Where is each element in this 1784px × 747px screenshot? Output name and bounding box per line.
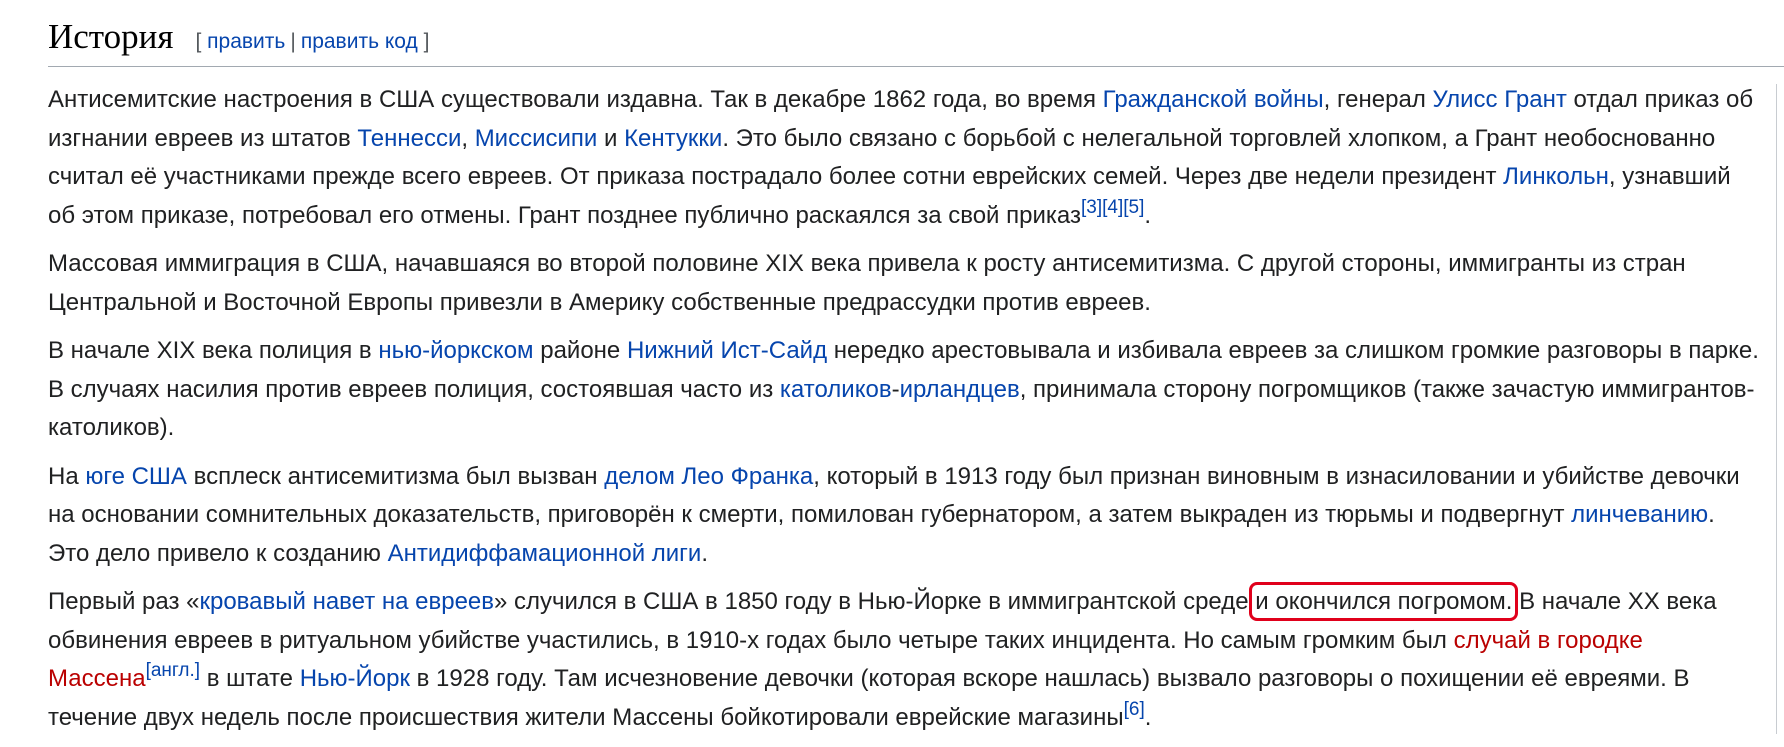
edit-source-link[interactable]: править код xyxy=(301,30,418,53)
link-irish[interactable]: ирландцев xyxy=(900,376,1020,403)
citation-3[interactable]: [3] xyxy=(1081,197,1102,218)
link-blood-libel[interactable]: кровавый навет на евреев xyxy=(199,588,494,615)
link-lincoln[interactable]: Линкольн xyxy=(1503,163,1609,190)
section-title: История xyxy=(48,17,174,56)
link-new-york-adj[interactable]: нью-йоркском xyxy=(378,337,533,364)
text-segment: Массовая иммиграция в США, начавшаяся во… xyxy=(48,250,1686,316)
edit-separator: | xyxy=(290,30,296,53)
text-segment: . xyxy=(701,539,709,567)
article-content: История [ править | править код ] Антисеми… xyxy=(48,16,1784,747)
citation-group: [3][4][5] xyxy=(1081,197,1144,218)
interlanguage-ref: [англ.] xyxy=(146,660,201,681)
edit-bracket-open: [ xyxy=(195,30,202,53)
scroll-rail[interactable] xyxy=(1776,84,1784,734)
text-segment: всплеск антисемитизма был вызван xyxy=(186,462,605,490)
text-segment: в штате xyxy=(200,665,300,692)
link-kentucky[interactable]: Кентукки xyxy=(624,125,722,152)
highlighted-phrase: и окончился погромом. xyxy=(1249,582,1519,621)
edit-bracket-close: ] xyxy=(423,30,430,53)
link-lynching[interactable]: линчеванию xyxy=(1571,501,1708,528)
paragraph-mass-immigration: Массовая иммиграция в США, начавшаяся во… xyxy=(48,245,1760,322)
paragraph-leo-frank: На юге США всплеск антисемитизма был выз… xyxy=(48,458,1760,574)
text-segment: В начале XIX века полиция в xyxy=(48,337,379,364)
link-civil-war[interactable]: Гражданской войны xyxy=(1103,86,1324,113)
text-segment: и xyxy=(597,124,625,152)
link-english-article[interactable]: [англ.] xyxy=(146,660,201,681)
text-segment: » случился в США в 1850 году в Нью-Йорке… xyxy=(494,588,1256,615)
paragraph-grant-order: Антисемитские настроения в США существов… xyxy=(48,81,1760,235)
link-catholics[interactable]: католиков xyxy=(780,376,892,403)
text-segment: Первый раз « xyxy=(48,588,200,615)
text-segment: , xyxy=(461,124,475,152)
link-mississippi[interactable]: Миссисипи xyxy=(475,125,598,152)
text-segment: - xyxy=(891,375,900,403)
text-segment: районе xyxy=(533,337,627,364)
link-tennessee[interactable]: Теннесси xyxy=(357,125,461,152)
text-segment: , генерал xyxy=(1323,86,1433,113)
link-southern-us[interactable]: юге США xyxy=(85,463,187,490)
citation-5[interactable]: [5] xyxy=(1123,197,1144,218)
text-segment: . xyxy=(1144,201,1152,229)
section-heading: История [ править | править код ] xyxy=(48,16,1784,67)
section-edit-links: [ править | править код ] xyxy=(195,30,429,54)
citation-6[interactable]: [6] xyxy=(1124,699,1145,720)
link-anti-defamation-league[interactable]: Антидиффамационной лиги xyxy=(388,540,702,567)
link-ulysses-grant[interactable]: Улисс Грант xyxy=(1433,86,1567,113)
text-segment: Антисемитские настроения в США существов… xyxy=(48,86,1103,113)
citation-4[interactable]: [4] xyxy=(1102,197,1123,218)
link-lower-east-side[interactable]: Нижний Ист-Сайд xyxy=(627,337,827,364)
citation-group: [6] xyxy=(1124,699,1145,720)
link-new-york-state[interactable]: Нью-Йорк xyxy=(300,665,410,692)
text-segment: На xyxy=(48,462,86,490)
edit-section-link[interactable]: править xyxy=(207,30,285,53)
link-leo-frank-case[interactable]: делом Лео Франка xyxy=(604,463,813,490)
paragraph-blood-libel: Первый раз «кровавый навет на евреев» сл… xyxy=(48,582,1760,737)
paragraph-lower-east-side: В начале XIX века полиция в нью-йоркском… xyxy=(48,332,1760,448)
text-segment: . xyxy=(1144,703,1152,731)
